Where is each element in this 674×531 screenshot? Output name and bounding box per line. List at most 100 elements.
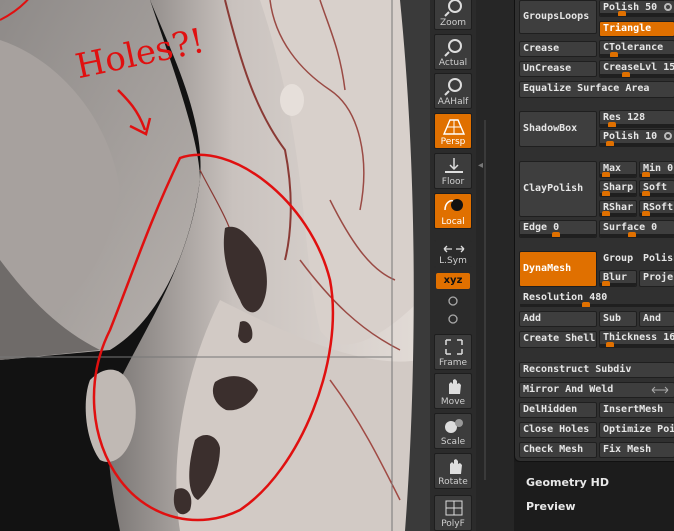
rsharp-slider[interactable]: RShar <box>599 200 637 217</box>
insertmesh-button[interactable]: InsertMesh <box>599 402 674 418</box>
rsoft-slider[interactable]: RSoft <box>639 200 674 217</box>
resolution-label: Resolution 480 <box>523 292 608 303</box>
aahalf-button[interactable]: AAHalf <box>434 73 472 109</box>
thickness-slider[interactable]: Thickness 16 <box>599 330 674 348</box>
ctolerance-track <box>600 52 674 57</box>
ctolerance-slider[interactable]: CTolerance <box>599 40 674 58</box>
edge-slider[interactable]: Edge 0 <box>519 220 597 238</box>
aahalf-label: AAHalf <box>437 97 469 107</box>
close-holes-button[interactable]: Close Holes <box>519 422 597 438</box>
move-label: Move <box>440 397 466 407</box>
axis-arrows-icon[interactable] <box>650 385 670 395</box>
rsharp-knob <box>602 211 610 216</box>
blur-slider[interactable]: Blur <box>599 270 637 287</box>
blur-track <box>600 281 636 286</box>
move-button[interactable]: Move <box>434 373 472 409</box>
max-slider[interactable]: Max <box>599 161 637 178</box>
xyz-symmetry-button[interactable]: xyz <box>436 273 470 289</box>
uncrease-button[interactable]: UnCrease <box>519 61 597 77</box>
geometry-hd-header[interactable]: Geometry HD <box>526 476 609 489</box>
mirror-and-weld-button[interactable]: Mirror And Weld <box>519 382 674 398</box>
floor-icon <box>445 158 463 173</box>
reconstruct-subdiv-button[interactable]: Reconstruct Subdiv <box>519 362 674 378</box>
sharp-slider[interactable]: Sharp <box>599 180 637 197</box>
rotate-button[interactable]: Rotate <box>434 453 472 489</box>
zoom-button[interactable]: Zoom <box>434 0 472 30</box>
delhidden-button[interactable]: DelHidden <box>519 402 597 418</box>
polish-slider[interactable]: Polish 50 <box>599 0 674 17</box>
polish10-toggle-icon[interactable] <box>664 132 672 140</box>
soft-track <box>640 191 674 196</box>
local-button[interactable]: Local <box>434 193 472 229</box>
equalize-surface-area-button[interactable]: Equalize Surface Area <box>519 81 674 98</box>
min-slider[interactable]: Min 0 <box>639 161 674 178</box>
sub-button[interactable]: Sub <box>599 311 637 327</box>
polish-slider-track <box>600 11 674 16</box>
sharp-knob <box>602 191 610 196</box>
zoom-icon <box>444 0 462 17</box>
lsym-button[interactable]: L.Sym <box>434 240 472 268</box>
optimize-points-button[interactable]: Optimize Poi <box>599 422 674 438</box>
polish10-track <box>600 141 674 146</box>
rotate-label: Rotate <box>438 477 468 487</box>
and-button[interactable]: And <box>639 311 674 327</box>
resolution-track <box>520 302 674 307</box>
polish10-slider[interactable]: Polish 10 <box>599 129 674 147</box>
right-shelf-toolbar: Zoom Actual AAHalf Persp Floor Local L.S… <box>430 0 476 531</box>
rotate-z-icon[interactable] <box>446 312 460 326</box>
dynamesh-button[interactable]: DynaMesh <box>519 251 597 287</box>
polish-slider-label: Polish 50 <box>603 2 658 13</box>
frame-button[interactable]: Frame <box>434 334 472 370</box>
creaselvl-track <box>600 72 674 77</box>
max-track <box>600 172 636 177</box>
add-button[interactable]: Add <box>519 311 597 327</box>
polish-toggle-icon[interactable] <box>664 3 672 11</box>
soft-slider[interactable]: Soft <box>639 180 674 197</box>
triangle-toggle[interactable]: Triangle <box>599 21 674 37</box>
shadowbox-button[interactable]: ShadowBox <box>519 111 597 147</box>
local-label: Local <box>441 217 465 227</box>
surface-track <box>600 232 674 237</box>
group-toggle[interactable]: Group <box>599 251 637 268</box>
creaselvl-slider[interactable]: CreaseLvl 15 <box>599 60 674 78</box>
res-slider[interactable]: Res 128 <box>599 110 674 128</box>
thickness-knob <box>606 342 614 347</box>
move-hand-icon <box>449 379 461 394</box>
fix-mesh-button[interactable]: Fix Mesh <box>599 442 674 458</box>
thickness-track <box>600 342 674 347</box>
rsoft-knob <box>642 211 650 216</box>
polyf-button[interactable]: PolyF <box>434 495 472 531</box>
scale-icon <box>445 419 463 433</box>
surface-slider[interactable]: Surface 0 <box>599 220 674 238</box>
crease-button[interactable]: Crease <box>519 41 597 57</box>
sculpt-render <box>0 0 430 531</box>
preview-header[interactable]: Preview <box>526 500 576 513</box>
project-toggle[interactable]: Projec <box>639 270 674 287</box>
floor-label: Floor <box>441 177 465 187</box>
persp-button[interactable]: Persp <box>434 113 472 149</box>
scale-button[interactable]: Scale <box>434 413 472 449</box>
create-shell-button[interactable]: Create Shell <box>519 331 597 348</box>
subpalette-list: Geometry HD Preview <box>514 462 674 531</box>
rotate-y-icon[interactable] <box>446 294 460 308</box>
claypolish-button[interactable]: ClayPolish <box>519 161 597 217</box>
creaselvl-knob <box>622 72 630 77</box>
floor-button[interactable]: Floor <box>434 153 472 189</box>
viewport-canvas[interactable]: Holes?! <box>0 0 430 531</box>
groupsloops-button[interactable]: GroupsLoops <box>519 0 597 34</box>
geometry-subpalette: GroupsLoops Polish 50 Triangle Crease CT… <box>514 0 674 462</box>
resolution-slider[interactable]: Resolution 480 <box>519 290 674 308</box>
collapse-arrow-icon[interactable]: ◂ <box>478 160 483 171</box>
creaselvl-label: CreaseLvl 15 <box>603 62 674 73</box>
polish-toggle[interactable]: Polish <box>639 251 674 268</box>
blur-knob <box>602 281 610 286</box>
rotate-icon <box>450 459 462 474</box>
min-track <box>640 172 674 177</box>
dock-divider[interactable]: ◂ <box>476 0 514 531</box>
actual-button[interactable]: Actual <box>434 34 472 70</box>
magnifier-icon <box>444 39 462 57</box>
symmetry-icon <box>443 245 465 253</box>
edge-track <box>520 232 596 237</box>
max-knob <box>602 172 610 177</box>
check-mesh-button[interactable]: Check Mesh <box>519 442 597 458</box>
